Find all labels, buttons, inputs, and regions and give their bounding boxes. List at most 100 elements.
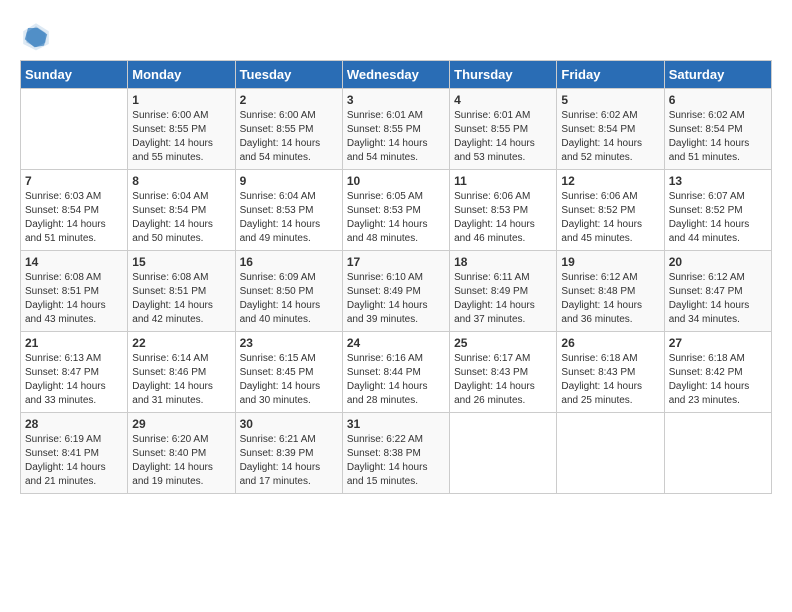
- day-number: 12: [561, 174, 659, 188]
- day-info: Sunrise: 6:03 AM Sunset: 8:54 PM Dayligh…: [25, 190, 123, 246]
- day-info: Sunrise: 6:14 AM Sunset: 8:46 PM Dayligh…: [132, 352, 230, 408]
- day-number: 14: [25, 255, 123, 269]
- day-number: 19: [561, 255, 659, 269]
- day-info: Sunrise: 6:01 AM Sunset: 8:55 PM Dayligh…: [347, 109, 445, 165]
- calendar-cell: 11 Sunrise: 6:06 AM Sunset: 8:53 PM Dayli…: [450, 170, 557, 251]
- day-number: 24: [347, 336, 445, 350]
- day-number: 11: [454, 174, 552, 188]
- calendar-cell: 10 Sunrise: 6:05 AM Sunset: 8:53 PM Dayli…: [342, 170, 449, 251]
- day-info: Sunrise: 6:11 AM Sunset: 8:49 PM Dayligh…: [454, 271, 552, 327]
- calendar-cell: 12 Sunrise: 6:06 AM Sunset: 8:52 PM Dayli…: [557, 170, 664, 251]
- day-info: Sunrise: 6:13 AM Sunset: 8:47 PM Dayligh…: [25, 352, 123, 408]
- day-number: 3: [347, 93, 445, 107]
- calendar-cell: 28Sunrise: 6:19 AM Sunset: 8:41 PM Dayli…: [21, 413, 128, 494]
- day-number: 17: [347, 255, 445, 269]
- day-number: 26: [561, 336, 659, 350]
- calendar-cell: [664, 413, 771, 494]
- day-number: 10: [347, 174, 445, 188]
- day-info: Sunrise: 6:06 AM Sunset: 8:53 PM Dayligh…: [454, 190, 552, 246]
- header-day-friday: Friday: [557, 61, 664, 89]
- header-day-sunday: Sunday: [21, 61, 128, 89]
- header-day-thursday: Thursday: [450, 61, 557, 89]
- day-info: Sunrise: 6:18 AM Sunset: 8:43 PM Dayligh…: [561, 352, 659, 408]
- day-info: Sunrise: 6:06 AM Sunset: 8:52 PM Dayligh…: [561, 190, 659, 246]
- day-info: Sunrise: 6:02 AM Sunset: 8:54 PM Dayligh…: [561, 109, 659, 165]
- calendar-cell: 17 Sunrise: 6:10 AM Sunset: 8:49 PM Dayli…: [342, 251, 449, 332]
- day-info: Sunrise: 6:05 AM Sunset: 8:53 PM Dayligh…: [347, 190, 445, 246]
- calendar-cell: 9Sunrise: 6:04 AM Sunset: 8:53 PM Daylig…: [235, 170, 342, 251]
- day-info: Sunrise: 6:04 AM Sunset: 8:54 PM Dayligh…: [132, 190, 230, 246]
- day-number: 6: [669, 93, 767, 107]
- day-number: 8: [132, 174, 230, 188]
- calendar-table: SundayMondayTuesdayWednesdayThursdayFrid…: [20, 60, 772, 494]
- day-info: Sunrise: 6:04 AM Sunset: 8:53 PM Dayligh…: [240, 190, 338, 246]
- calendar-cell: 30 Sunrise: 6:21 AM Sunset: 8:39 PM Dayli…: [235, 413, 342, 494]
- day-info: Sunrise: 6:18 AM Sunset: 8:42 PM Dayligh…: [669, 352, 767, 408]
- calendar-cell: 20 Sunrise: 6:12 AM Sunset: 8:47 PM Dayli…: [664, 251, 771, 332]
- calendar-cell: 13 Sunrise: 6:07 AM Sunset: 8:52 PM Dayli…: [664, 170, 771, 251]
- day-number: 18: [454, 255, 552, 269]
- calendar-week-2: 7 Sunrise: 6:03 AM Sunset: 8:54 PM Daylig…: [21, 170, 772, 251]
- calendar-cell: 2 Sunrise: 6:00 AM Sunset: 8:55 PM Daylig…: [235, 89, 342, 170]
- day-info: Sunrise: 6:02 AM Sunset: 8:54 PM Dayligh…: [669, 109, 767, 165]
- calendar-cell: 7 Sunrise: 6:03 AM Sunset: 8:54 PM Daylig…: [21, 170, 128, 251]
- day-number: 13: [669, 174, 767, 188]
- day-info: Sunrise: 6:19 AM Sunset: 8:41 PM Dayligh…: [25, 433, 123, 489]
- day-info: Sunrise: 6:00 AM Sunset: 8:55 PM Dayligh…: [240, 109, 338, 165]
- calendar-cell: 1 Sunrise: 6:00 AM Sunset: 8:55 PM Daylig…: [128, 89, 235, 170]
- calendar-header-row: SundayMondayTuesdayWednesdayThursdayFrid…: [21, 61, 772, 89]
- day-info: Sunrise: 6:12 AM Sunset: 8:47 PM Dayligh…: [669, 271, 767, 327]
- day-info: Sunrise: 6:08 AM Sunset: 8:51 PM Dayligh…: [25, 271, 123, 327]
- calendar-cell: 16Sunrise: 6:09 AM Sunset: 8:50 PM Dayli…: [235, 251, 342, 332]
- day-number: 31: [347, 417, 445, 431]
- day-number: 5: [561, 93, 659, 107]
- day-number: 25: [454, 336, 552, 350]
- day-info: Sunrise: 6:01 AM Sunset: 8:55 PM Dayligh…: [454, 109, 552, 165]
- day-number: 2: [240, 93, 338, 107]
- calendar-cell: 18 Sunrise: 6:11 AM Sunset: 8:49 PM Dayli…: [450, 251, 557, 332]
- day-info: Sunrise: 6:08 AM Sunset: 8:51 PM Dayligh…: [132, 271, 230, 327]
- calendar-cell: 27 Sunrise: 6:18 AM Sunset: 8:42 PM Dayli…: [664, 332, 771, 413]
- logo-icon: [20, 20, 52, 52]
- day-info: Sunrise: 6:10 AM Sunset: 8:49 PM Dayligh…: [347, 271, 445, 327]
- day-number: 15: [132, 255, 230, 269]
- calendar-cell: 24 Sunrise: 6:16 AM Sunset: 8:44 PM Dayli…: [342, 332, 449, 413]
- day-info: Sunrise: 6:22 AM Sunset: 8:38 PM Dayligh…: [347, 433, 445, 489]
- calendar-cell: 26 Sunrise: 6:18 AM Sunset: 8:43 PM Dayli…: [557, 332, 664, 413]
- day-info: Sunrise: 6:07 AM Sunset: 8:52 PM Dayligh…: [669, 190, 767, 246]
- day-info: Sunrise: 6:20 AM Sunset: 8:40 PM Dayligh…: [132, 433, 230, 489]
- day-number: 1: [132, 93, 230, 107]
- day-info: Sunrise: 6:12 AM Sunset: 8:48 PM Dayligh…: [561, 271, 659, 327]
- calendar-week-5: 28Sunrise: 6:19 AM Sunset: 8:41 PM Dayli…: [21, 413, 772, 494]
- calendar-cell: [557, 413, 664, 494]
- calendar-cell: 14 Sunrise: 6:08 AM Sunset: 8:51 PM Dayli…: [21, 251, 128, 332]
- day-number: 7: [25, 174, 123, 188]
- logo: [20, 20, 58, 52]
- day-number: 23: [240, 336, 338, 350]
- calendar-cell: 25 Sunrise: 6:17 AM Sunset: 8:43 PM Dayli…: [450, 332, 557, 413]
- day-info: Sunrise: 6:00 AM Sunset: 8:55 PM Dayligh…: [132, 109, 230, 165]
- calendar-cell: 4 Sunrise: 6:01 AM Sunset: 8:55 PM Daylig…: [450, 89, 557, 170]
- calendar-week-4: 21Sunrise: 6:13 AM Sunset: 8:47 PM Dayli…: [21, 332, 772, 413]
- day-number: 27: [669, 336, 767, 350]
- calendar-week-3: 14 Sunrise: 6:08 AM Sunset: 8:51 PM Dayli…: [21, 251, 772, 332]
- day-info: Sunrise: 6:21 AM Sunset: 8:39 PM Dayligh…: [240, 433, 338, 489]
- calendar-cell: 21Sunrise: 6:13 AM Sunset: 8:47 PM Dayli…: [21, 332, 128, 413]
- page-header: [20, 20, 772, 52]
- day-number: 30: [240, 417, 338, 431]
- day-info: Sunrise: 6:09 AM Sunset: 8:50 PM Dayligh…: [240, 271, 338, 327]
- calendar-cell: 15 Sunrise: 6:08 AM Sunset: 8:51 PM Dayli…: [128, 251, 235, 332]
- calendar-cell: 3 Sunrise: 6:01 AM Sunset: 8:55 PM Daylig…: [342, 89, 449, 170]
- day-number: 4: [454, 93, 552, 107]
- calendar-cell: 6 Sunrise: 6:02 AM Sunset: 8:54 PM Daylig…: [664, 89, 771, 170]
- calendar-cell: 8 Sunrise: 6:04 AM Sunset: 8:54 PM Daylig…: [128, 170, 235, 251]
- calendar-cell: 22Sunrise: 6:14 AM Sunset: 8:46 PM Dayli…: [128, 332, 235, 413]
- header-day-monday: Monday: [128, 61, 235, 89]
- calendar-cell: 5 Sunrise: 6:02 AM Sunset: 8:54 PM Daylig…: [557, 89, 664, 170]
- day-number: 20: [669, 255, 767, 269]
- day-info: Sunrise: 6:16 AM Sunset: 8:44 PM Dayligh…: [347, 352, 445, 408]
- day-number: 29: [132, 417, 230, 431]
- header-day-tuesday: Tuesday: [235, 61, 342, 89]
- calendar-cell: [450, 413, 557, 494]
- day-info: Sunrise: 6:17 AM Sunset: 8:43 PM Dayligh…: [454, 352, 552, 408]
